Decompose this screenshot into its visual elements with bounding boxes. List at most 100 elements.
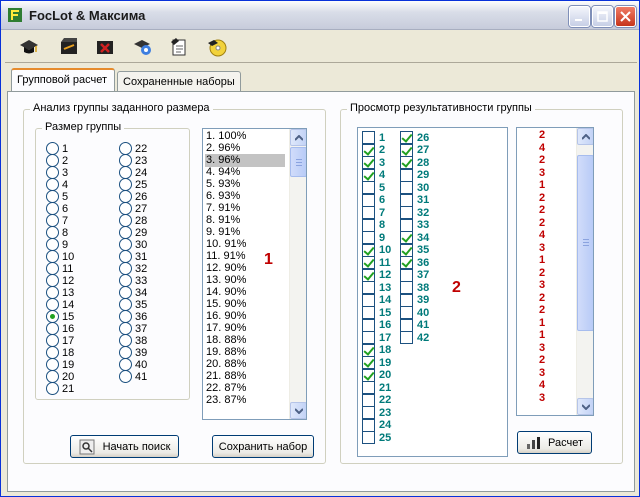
number-checkbox-item[interactable]: 21 [362, 381, 391, 394]
number-checkbox[interactable] [400, 293, 413, 307]
number-checkbox-item[interactable]: 17 [362, 331, 391, 344]
calc-button[interactable]: Расчет [517, 431, 592, 454]
number-checkbox[interactable] [362, 156, 375, 169]
minimize-button[interactable] [569, 6, 590, 27]
title-bar[interactable]: FocLot & Максима [1, 1, 639, 30]
number-checkbox-item[interactable]: 4 [362, 168, 385, 182]
number-checkbox[interactable] [400, 156, 413, 169]
tool-button-1[interactable] [15, 34, 43, 60]
number-checkbox[interactable] [362, 231, 375, 244]
number-checkbox-item[interactable]: 32 [400, 206, 429, 219]
number-checkbox-item[interactable]: 7 [362, 206, 385, 219]
number-checkbox-item[interactable]: 31 [400, 193, 429, 207]
number-checkbox-item[interactable]: 3 [362, 156, 385, 169]
close-button[interactable] [615, 6, 636, 27]
number-checkbox-item[interactable]: 2 [362, 143, 385, 157]
number-checkbox-item[interactable]: 35 [400, 243, 429, 257]
number-checkbox-item[interactable]: 16 [362, 318, 391, 332]
number-checkbox[interactable] [362, 268, 375, 282]
save-set-button[interactable]: Сохранить набор [212, 435, 314, 458]
number-checkbox[interactable] [362, 406, 375, 419]
number-checkbox[interactable] [362, 218, 375, 232]
number-checkbox-item[interactable]: 34 [400, 231, 429, 244]
number-checkbox[interactable] [400, 131, 413, 144]
number-checkbox-item[interactable]: 18 [362, 343, 391, 357]
number-checkbox-item[interactable]: 42 [400, 331, 429, 344]
number-checkbox-item[interactable]: 26 [400, 131, 429, 144]
scroll-thumb[interactable] [577, 155, 593, 331]
number-checkbox[interactable] [400, 281, 413, 294]
ranking-listbox[interactable]: 1. 100% 2. 96% 3. 96% 4. 94% 5. 93% 6. 93% 7. … [202, 128, 307, 420]
tool-button-4[interactable] [129, 34, 157, 60]
scroll-thumb[interactable] [290, 147, 306, 177]
number-checkbox[interactable] [362, 281, 375, 294]
tab-group-calc[interactable]: Групповой расчет [11, 68, 115, 92]
number-checkbox[interactable] [362, 356, 375, 369]
scroll-down-button[interactable] [290, 402, 306, 419]
number-checkbox[interactable] [362, 181, 375, 194]
number-checkbox[interactable] [362, 168, 375, 182]
tool-button-3[interactable] [91, 34, 119, 60]
number-checkbox[interactable] [400, 168, 413, 182]
number-checkbox[interactable] [362, 243, 375, 257]
number-checkbox-item[interactable]: 23 [362, 406, 391, 419]
number-checkbox-item[interactable]: 6 [362, 193, 385, 207]
tool-button-2[interactable] [55, 34, 83, 60]
number-checkbox-item[interactable]: 27 [400, 143, 429, 157]
number-checkbox-item[interactable]: 14 [362, 293, 391, 307]
number-checkbox[interactable] [362, 143, 375, 157]
number-checkbox-item[interactable]: 5 [362, 181, 385, 194]
size-radio-item[interactable]: 41 [119, 370, 147, 383]
number-checkbox-item[interactable]: 28 [400, 156, 429, 169]
number-checkbox-item[interactable]: 33 [400, 218, 429, 232]
number-checkbox[interactable] [400, 268, 413, 282]
scroll-down-button[interactable] [577, 398, 593, 415]
number-checkbox[interactable] [400, 181, 413, 194]
number-checkbox[interactable] [362, 131, 375, 144]
number-checkbox-item[interactable]: 25 [362, 431, 391, 444]
number-checkbox-item[interactable]: 11 [362, 256, 391, 269]
number-checkbox-item[interactable]: 22 [362, 393, 391, 407]
number-checkbox-item[interactable]: 15 [362, 306, 391, 319]
number-checkbox-item[interactable]: 40 [400, 306, 429, 319]
number-checkbox-item[interactable]: 12 [362, 268, 391, 282]
number-checkbox-item[interactable]: 13 [362, 281, 391, 294]
start-search-button[interactable]: Начать поиск [70, 435, 179, 458]
size-radio-item[interactable]: 21 [46, 382, 74, 395]
number-checkbox[interactable] [400, 218, 413, 232]
number-checkbox[interactable] [400, 231, 413, 244]
tab-saved-sets[interactable]: Сохраненные наборы [117, 71, 241, 93]
number-checkbox[interactable] [362, 393, 375, 407]
numbers-checklist[interactable]: 1 2 3 4 5 6 7 8 9 10 11 12 13 14 15 16 17 18 19 20 21 22 23 24 2… [357, 127, 508, 457]
number-checkbox[interactable] [362, 381, 375, 394]
number-checkbox-item[interactable]: 36 [400, 256, 429, 269]
number-checkbox-item[interactable]: 30 [400, 181, 429, 194]
number-checkbox-item[interactable]: 24 [362, 418, 391, 432]
number-checkbox[interactable] [400, 243, 413, 257]
number-checkbox[interactable] [362, 293, 375, 307]
number-checkbox-item[interactable]: 8 [362, 218, 385, 232]
number-checkbox-item[interactable]: 39 [400, 293, 429, 307]
number-checkbox[interactable] [362, 306, 375, 319]
size-radio[interactable] [46, 382, 59, 395]
number-checkbox-item[interactable]: 37 [400, 268, 429, 282]
number-checkbox[interactable] [362, 256, 375, 269]
list-item[interactable]: 23. 87% [206, 394, 246, 407]
number-checkbox[interactable] [400, 143, 413, 157]
number-checkbox[interactable] [400, 331, 413, 344]
number-checkbox[interactable] [362, 431, 375, 444]
number-checkbox[interactable] [400, 206, 413, 219]
number-checkbox-item[interactable]: 19 [362, 356, 391, 369]
size-radio[interactable] [119, 370, 132, 383]
number-checkbox-item[interactable]: 1 [362, 131, 385, 144]
number-checkbox[interactable] [362, 368, 375, 382]
number-checkbox[interactable] [362, 206, 375, 219]
results-scrollbar[interactable] [576, 128, 593, 415]
number-checkbox[interactable] [362, 343, 375, 357]
maximize-button[interactable] [592, 6, 613, 27]
number-checkbox[interactable] [400, 306, 413, 319]
number-checkbox[interactable] [400, 193, 413, 207]
scroll-up-button[interactable] [577, 128, 593, 145]
number-checkbox-item[interactable]: 38 [400, 281, 429, 294]
number-checkbox-item[interactable]: 20 [362, 368, 391, 382]
